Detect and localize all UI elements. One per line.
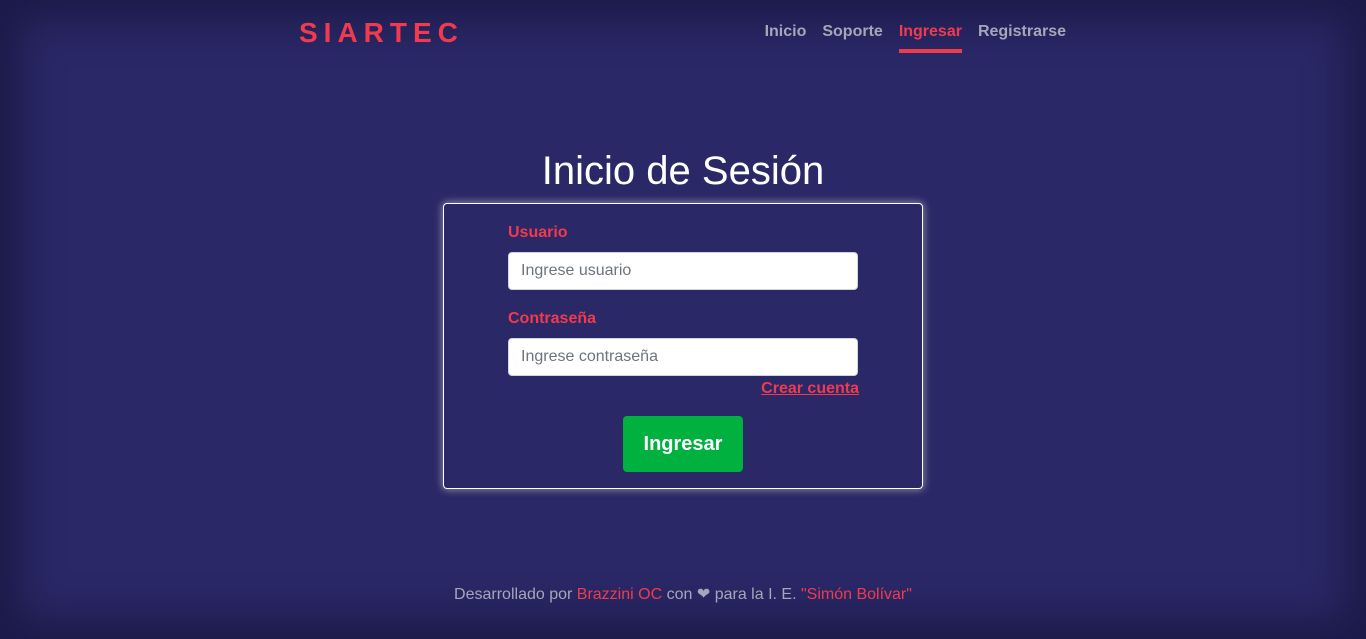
password-input[interactable] — [508, 338, 858, 376]
footer: Desarrollado por Brazzini OC con ❤ para … — [0, 585, 1366, 604]
login-submit-button[interactable]: Ingresar — [623, 416, 743, 472]
nav-item-registrarse[interactable]: Registrarse — [978, 22, 1066, 53]
nav-item-inicio[interactable]: Inicio — [765, 22, 807, 53]
footer-middle: con — [666, 586, 693, 603]
brand-logo[interactable]: SIARTEC — [299, 16, 464, 50]
login-form: Usuario Contraseña Crear cuenta Ingresar — [443, 203, 923, 489]
create-account-link[interactable]: Crear cuenta — [761, 379, 859, 398]
username-input[interactable] — [508, 252, 858, 290]
footer-suffix: para la I. E. — [714, 586, 797, 603]
main-nav: Inicio Soporte Ingresar Registrarse — [765, 22, 1066, 53]
password-label: Contraseña — [508, 310, 597, 327]
page-title: Inicio de Sesión — [541, 149, 825, 193]
footer-prefix: Desarrollado por — [454, 586, 573, 603]
nav-item-soporte[interactable]: Soporte — [822, 22, 882, 53]
username-label: Usuario — [508, 224, 568, 241]
heart-icon: ❤ — [696, 586, 711, 603]
footer-school-link[interactable]: "Simón Bolívar" — [801, 586, 912, 603]
footer-author-link[interactable]: Brazzini OC — [577, 586, 662, 603]
nav-item-ingresar[interactable]: Ingresar — [898, 22, 962, 53]
